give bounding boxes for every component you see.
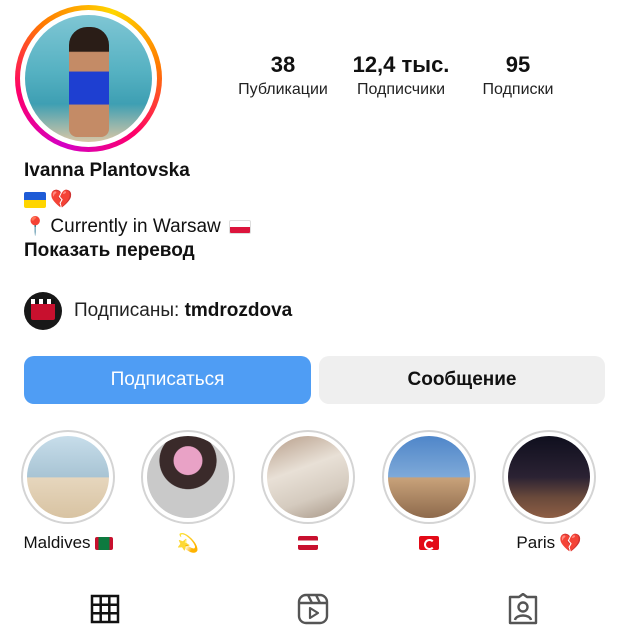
tab-posts-grid[interactable] bbox=[87, 591, 123, 627]
highlight-caption bbox=[379, 532, 479, 554]
broken-heart-icon: 💔 bbox=[50, 189, 73, 209]
highlight-cover bbox=[267, 436, 349, 518]
highlight-cover bbox=[508, 436, 590, 518]
message-button[interactable]: Сообщение bbox=[319, 356, 605, 404]
flag-turkey-icon bbox=[419, 536, 439, 550]
highlight-2[interactable]: 💫 bbox=[138, 430, 238, 554]
tagged-icon bbox=[508, 593, 538, 625]
posts-label: Публикации bbox=[238, 81, 328, 98]
followers-count: 12,4 тыс. bbox=[352, 52, 450, 77]
following-stat[interactable]: 95 Подписки bbox=[466, 52, 570, 99]
highlight-maldives[interactable]: Maldives bbox=[18, 430, 118, 554]
avatar-photo bbox=[25, 15, 152, 142]
location-pin-icon: 📍 bbox=[24, 216, 47, 236]
location-text: Currently in Warsaw bbox=[50, 215, 221, 237]
highlight-label: Maldives bbox=[23, 533, 91, 552]
avatar-figure bbox=[69, 27, 109, 137]
highlight-caption: Paris 💔 bbox=[499, 532, 599, 554]
broken-heart-icon: 💔 bbox=[559, 532, 582, 553]
flag-ukraine-icon bbox=[24, 191, 46, 208]
highlight-3[interactable] bbox=[258, 430, 358, 554]
clapperboard-stripe bbox=[31, 299, 55, 304]
highlight-caption: 💫 bbox=[138, 532, 238, 554]
followed-by-text: Подписаны: tmdrozdova bbox=[74, 300, 292, 322]
followed-by[interactable]: Подписаны: tmdrozdova bbox=[24, 292, 292, 330]
dizzy-star-icon: 💫 bbox=[176, 532, 200, 553]
highlight-ring bbox=[261, 430, 355, 524]
bio-location-line: 📍 Currently in Warsaw bbox=[24, 213, 624, 240]
profile-bio: Ivanna Plantovska 💔 📍 Currently in Warsa… bbox=[24, 160, 624, 266]
avatar-border bbox=[20, 10, 157, 147]
highlight-ring bbox=[382, 430, 476, 524]
highlight-ring bbox=[21, 430, 115, 524]
show-translation-link[interactable]: Показать перевод bbox=[24, 240, 624, 266]
highlight-caption: Maldives bbox=[18, 532, 118, 554]
profile-name: Ivanna Plantovska bbox=[24, 160, 190, 181]
flag-poland-icon bbox=[228, 219, 251, 234]
highlight-4[interactable] bbox=[379, 430, 479, 554]
posts-stat[interactable]: 38 Публикации bbox=[228, 52, 338, 99]
tab-tagged[interactable] bbox=[505, 591, 541, 627]
clapperboard-icon bbox=[31, 302, 55, 320]
highlight-ring bbox=[141, 430, 235, 524]
following-label: Подписки bbox=[482, 81, 554, 98]
followed-by-prefix: Подписаны: bbox=[74, 300, 180, 321]
flag-austria-icon bbox=[298, 536, 318, 550]
tab-reels[interactable] bbox=[295, 591, 331, 627]
reels-icon bbox=[297, 593, 329, 625]
highlight-cover bbox=[147, 436, 229, 518]
profile-avatar[interactable] bbox=[15, 5, 162, 152]
followers-stat[interactable]: 12,4 тыс. Подписчики bbox=[346, 52, 456, 99]
highlight-cover bbox=[388, 436, 470, 518]
highlight-caption bbox=[258, 532, 358, 554]
highlight-ring bbox=[502, 430, 596, 524]
highlight-paris[interactable]: Paris 💔 bbox=[499, 430, 599, 554]
followers-label: Подписчики bbox=[356, 81, 445, 98]
follower-avatar bbox=[24, 292, 62, 330]
profile-tabs bbox=[0, 585, 640, 635]
grid-icon bbox=[90, 594, 120, 624]
highlight-cover bbox=[27, 436, 109, 518]
bio-emoji-line: 💔 bbox=[24, 186, 624, 213]
flag-maldives-icon bbox=[94, 536, 113, 550]
highlight-label: Paris bbox=[516, 533, 556, 552]
followed-by-username[interactable]: tmdrozdova bbox=[185, 300, 293, 321]
posts-count: 38 bbox=[270, 52, 296, 77]
follow-button[interactable]: Подписаться bbox=[24, 356, 311, 404]
following-count: 95 bbox=[505, 52, 531, 77]
